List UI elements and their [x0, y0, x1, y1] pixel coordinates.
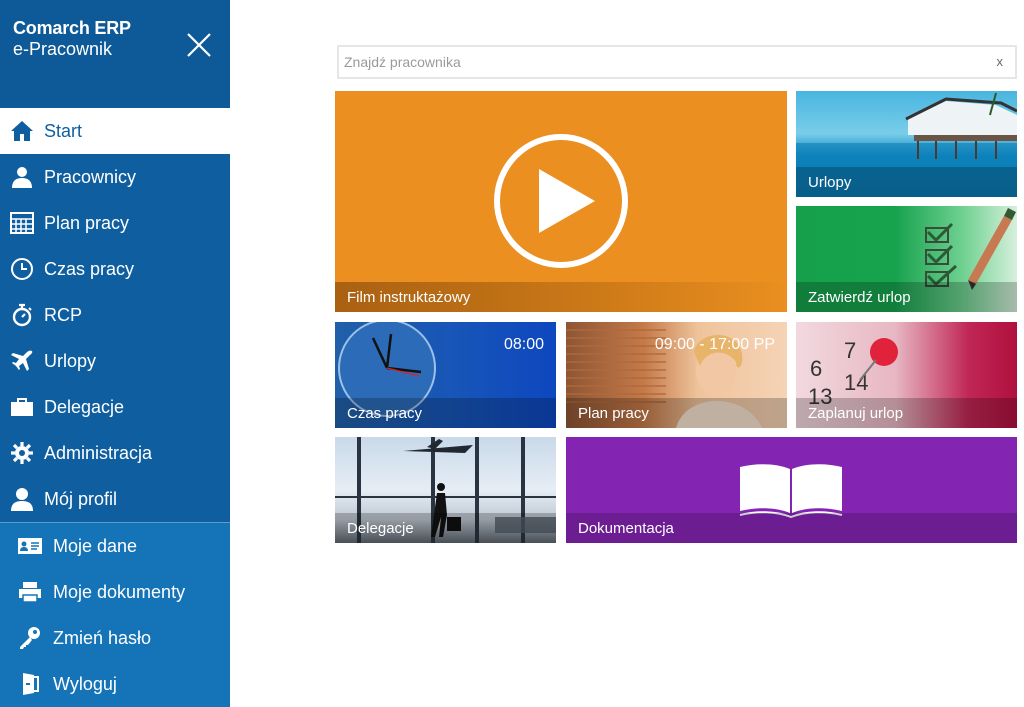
sidebar: Comarch ERP e-Pracownik Start Pracownicy	[0, 0, 230, 707]
user-icon	[8, 485, 36, 513]
close-menu-button[interactable]	[184, 30, 214, 60]
calendar-icon	[8, 209, 36, 237]
tile-zaplanuj-urlop[interactable]: 7 14 6 13 Zaplanuj urlop	[796, 322, 1017, 428]
briefcase-icon	[8, 393, 36, 421]
nav-item-label: Administracja	[44, 442, 153, 463]
nav-item-label: Mój profil	[44, 488, 118, 509]
svg-text:6: 6	[810, 356, 822, 381]
tile-dokumentacja[interactable]: Dokumentacja	[566, 437, 1017, 543]
logout-icon	[16, 670, 44, 698]
nav-item-label: Czas pracy	[44, 258, 135, 279]
nav-item-label: Moje dokumenty	[53, 581, 186, 602]
nav-item-moje-dokumenty[interactable]: Moje dokumenty	[0, 569, 230, 615]
printer-icon	[16, 578, 44, 606]
brand-title: Comarch ERP	[13, 18, 131, 38]
tile-urlopy[interactable]: Urlopy	[796, 91, 1017, 197]
tile-plan-pracy[interactable]: 09:00 - 17:00 PP Plan pracy	[566, 322, 787, 428]
tile-label: Zatwierdź urlop	[808, 289, 911, 306]
nav-item-label: RCP	[44, 304, 83, 325]
nav-item-zmien-haslo[interactable]: Zmień hasło	[0, 615, 230, 661]
nav-item-label: Delegacje	[44, 396, 125, 417]
nav-item-plan-pracy[interactable]: Plan pracy	[0, 200, 230, 246]
nav-item-czas-pracy[interactable]: Czas pracy	[0, 246, 230, 292]
nav-item-pracownicy[interactable]: Pracownicy	[0, 154, 230, 200]
nav-item-moje-dane[interactable]: Moje dane	[0, 523, 230, 569]
app-window: Comarch ERP e-Pracownik Start Pracownicy	[0, 0, 1024, 707]
nav-item-label: Urlopy	[44, 350, 97, 371]
nav-item-label: Plan pracy	[44, 212, 130, 233]
play-icon	[494, 134, 628, 268]
nav-item-administracja[interactable]: Administracja	[0, 430, 230, 476]
tile-film-instruktazowy[interactable]: Film instruktażowy	[335, 91, 787, 312]
nav-item-rcp[interactable]: RCP	[0, 292, 230, 338]
tile-label: Dokumentacja	[578, 520, 674, 537]
nav-item-moj-profil[interactable]: Mój profil	[0, 476, 230, 522]
clear-search-button[interactable]: x	[997, 54, 1004, 69]
search-input[interactable]	[339, 47, 979, 77]
brand-header: Comarch ERP e-Pracownik	[0, 0, 230, 108]
home-icon	[8, 117, 36, 145]
nav-item-wyloguj[interactable]: Wyloguj	[0, 661, 230, 707]
tile-label: Film instruktażowy	[347, 289, 471, 306]
main-nav: Start Pracownicy Plan pracy Czas pracy R…	[0, 108, 230, 707]
nav-item-label: Zmień hasło	[53, 627, 152, 648]
tile-label: Czas pracy	[347, 405, 423, 422]
profile-subnav: Moje dane Moje dokumenty Zmień hasło Wyl…	[0, 522, 230, 707]
airplane-icon	[8, 347, 36, 375]
stopwatch-icon	[8, 301, 36, 329]
tile-label: Plan pracy	[578, 405, 649, 422]
nav-item-delegacje[interactable]: Delegacje	[0, 384, 230, 430]
nav-item-label: Start	[44, 120, 83, 141]
nav-item-label: Wyloguj	[53, 673, 117, 694]
tile-czas-pracy[interactable]: 08:00 Czas pracy	[335, 322, 556, 428]
brand-subtitle: e-Pracownik	[13, 39, 113, 59]
tile-label: Zaplanuj urlop	[808, 405, 904, 422]
nav-item-label: Pracownicy	[44, 166, 137, 187]
id-card-icon	[16, 532, 44, 560]
tile-zatwierdz-urlop[interactable]: Zatwierdź urlop	[796, 206, 1017, 312]
svg-text:7: 7	[844, 338, 856, 363]
users-icon	[8, 163, 36, 191]
key-icon	[16, 624, 44, 652]
nav-item-start[interactable]: Start	[0, 108, 230, 154]
nav-item-urlopy[interactable]: Urlopy	[0, 338, 230, 384]
book-icon	[739, 464, 843, 519]
tile-delegacje[interactable]: Delegacje	[335, 437, 556, 543]
employee-search: x	[337, 45, 1017, 79]
tile-time-value: 08:00	[503, 336, 544, 353]
gear-icon	[8, 439, 36, 467]
tile-label: Urlopy	[808, 174, 852, 191]
tile-label: Delegacje	[347, 520, 414, 537]
nav-item-label: Moje dane	[53, 535, 138, 556]
clock-icon	[8, 255, 36, 283]
close-icon	[187, 33, 211, 57]
tile-time-range: 09:00 - 17:00 PP	[654, 336, 775, 353]
